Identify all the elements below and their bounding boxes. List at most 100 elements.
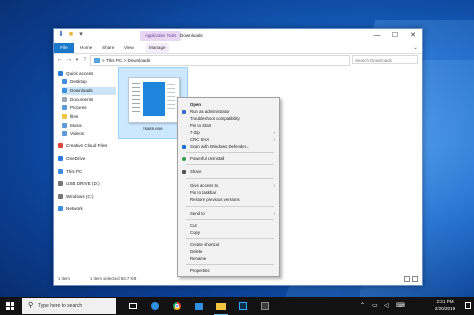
chevron-down-icon[interactable]: ▾ xyxy=(77,31,85,39)
tab-home[interactable]: Home xyxy=(80,43,92,53)
usb-drive-icon xyxy=(58,181,63,187)
menu-item-pin-to-start[interactable]: Pin to Start xyxy=(178,122,279,129)
menu-item-powerful-uninstall[interactable]: Powerful Uninstall xyxy=(178,155,279,162)
uninstall-icon xyxy=(182,156,186,161)
pictures-icon xyxy=(62,105,67,111)
maximize-button[interactable]: ☐ xyxy=(386,29,404,43)
chevron-right-icon: › xyxy=(273,183,276,188)
windows-logo-icon xyxy=(6,302,14,310)
menu-item-troubleshoot[interactable]: Troubleshoot compatibility xyxy=(178,115,279,122)
tab-view[interactable]: View xyxy=(124,43,134,53)
computer-icon xyxy=(58,169,63,175)
desktop-icon xyxy=(62,79,67,85)
thumbnail-sidebar xyxy=(132,83,140,113)
menu-separator xyxy=(186,206,274,207)
task-view-icon[interactable] xyxy=(126,299,140,313)
minimize-button[interactable]: — xyxy=(368,29,386,43)
edge-icon[interactable] xyxy=(148,299,162,313)
menu-item-run-as-admin[interactable]: Run as administrator xyxy=(178,108,279,115)
up-chevron-icon[interactable]: ⌃ xyxy=(360,302,365,309)
menu-item-share[interactable]: Share xyxy=(178,168,279,175)
photoshop-icon[interactable] xyxy=(236,299,250,313)
breadcrumb-downloads[interactable]: Downloads xyxy=(127,58,150,63)
folder-icon[interactable]: ■ xyxy=(67,31,75,39)
nav-item-creative-cloud[interactable]: Creative Cloud Files xyxy=(58,142,116,150)
close-button[interactable]: ✕ xyxy=(404,29,422,43)
start-button[interactable] xyxy=(0,297,20,315)
thumbnail-lines xyxy=(167,84,175,110)
volume-icon[interactable]: ◁ xyxy=(384,302,389,309)
menu-item-create-shortcut[interactable]: Create shortcut xyxy=(178,241,279,248)
menu-item-cut[interactable]: Cut xyxy=(178,222,279,229)
menu-item-7zip[interactable]: 7-Zip › xyxy=(178,129,279,136)
menu-item-copy[interactable]: Copy xyxy=(178,229,279,236)
menu-separator xyxy=(186,178,274,179)
menu-item-crc-sha[interactable]: CRC SHA › xyxy=(178,136,279,143)
clock[interactable]: 2:21 PM 2/20/2019 xyxy=(430,299,460,312)
file-explorer-taskbar-icon[interactable] xyxy=(214,299,228,315)
forward-arrow-icon[interactable]: → xyxy=(65,55,73,65)
nav-item-documents[interactable]: Documents xyxy=(62,96,120,104)
nav-item-windows-c[interactable]: Windows (C:) xyxy=(58,193,116,201)
menu-item-give-access[interactable]: Give access to › xyxy=(178,182,279,189)
menu-item-send-to[interactable]: Send to › xyxy=(178,210,279,217)
search-input[interactable]: Search Downloads xyxy=(352,55,418,64)
menu-item-scan-defender[interactable]: Scan with Windows Defender... xyxy=(178,143,279,150)
tab-manage[interactable]: Manage xyxy=(146,43,169,53)
large-icons-view-icon[interactable] xyxy=(412,276,418,282)
navigation-pane: Quick access Desktop Downloads Documents… xyxy=(54,67,118,273)
title-bar[interactable]: ⬇ ■ ▾ Application Tools Downloads — ☐ ✕ xyxy=(54,29,422,43)
nav-item-this-pc[interactable]: This PC xyxy=(58,168,116,176)
nav-item-music[interactable]: Music xyxy=(62,122,120,130)
window-controls: — ☐ ✕ xyxy=(368,29,422,43)
tab-file[interactable]: File xyxy=(54,43,74,53)
clock-date: 2/20/2019 xyxy=(434,305,456,311)
menu-item-restore-versions[interactable]: Restore previous versions xyxy=(178,196,279,203)
star-icon xyxy=(58,71,63,77)
nav-item-downloads[interactable]: Downloads xyxy=(62,87,116,95)
search-placeholder: Search Downloads xyxy=(355,58,392,63)
menu-separator xyxy=(186,219,274,220)
menu-separator xyxy=(186,264,274,265)
network-icon[interactable]: ▭ xyxy=(372,302,378,309)
nav-item-desktop[interactable]: Desktop xyxy=(62,78,120,86)
notifications-icon[interactable] xyxy=(465,302,471,309)
chevron-right-icon: › xyxy=(273,137,276,142)
chrome-icon[interactable] xyxy=(170,299,184,313)
window-title: Downloads xyxy=(180,33,203,38)
taskbar-search-box[interactable]: ⚲ Type here to search xyxy=(22,298,116,314)
menu-item-open[interactable]: Open xyxy=(178,101,279,108)
network-icon xyxy=(58,206,63,212)
download-arrow-icon[interactable]: ⬇ xyxy=(57,31,65,39)
share-icon xyxy=(182,169,186,174)
language-icon[interactable]: ⌨ xyxy=(396,302,405,309)
nav-item-network[interactable]: Network xyxy=(58,205,116,213)
menu-item-properties[interactable]: Properties xyxy=(178,267,279,274)
up-arrow-icon[interactable]: ↑ xyxy=(81,55,89,65)
expand-ribbon-icon[interactable]: ⌄ xyxy=(413,43,418,53)
thumbnail-content xyxy=(143,82,165,116)
navigation-bar: ← → ▾ ↑ > This PC > Downloads Search Dow… xyxy=(54,54,422,66)
back-arrow-icon[interactable]: ← xyxy=(56,55,64,65)
nav-item-videos[interactable]: Videos xyxy=(62,130,120,138)
menu-item-delete[interactable]: Delete xyxy=(178,248,279,255)
nav-item-usb-drive[interactable]: USB DRIVE (D:) xyxy=(58,180,116,188)
details-view-icon[interactable] xyxy=(404,276,410,282)
menu-item-rename[interactable]: Rename xyxy=(178,255,279,262)
context-menu: Open Run as administrator Troubleshoot c… xyxy=(177,97,280,277)
nav-item-quick-access[interactable]: Quick access xyxy=(58,70,116,78)
app-icon[interactable] xyxy=(258,299,272,313)
drive-icon xyxy=(58,194,63,200)
menu-item-pin-to-taskbar[interactable]: Pin to taskbar xyxy=(178,189,279,196)
file-thumbnail xyxy=(128,77,180,123)
nav-item-files[interactable]: files xyxy=(62,113,120,121)
taskbar-search-placeholder: Type here to search xyxy=(38,303,83,309)
chevron-right-icon: › xyxy=(273,211,276,216)
tab-share[interactable]: Share xyxy=(102,43,114,53)
breadcrumb-this-pc[interactable]: This PC xyxy=(106,58,122,63)
nav-item-onedrive[interactable]: OneDrive xyxy=(58,155,116,163)
recent-locations-icon[interactable]: ▾ xyxy=(73,55,81,65)
address-bar[interactable]: > This PC > Downloads xyxy=(90,55,350,66)
store-icon[interactable] xyxy=(192,299,206,313)
nav-item-pictures[interactable]: Pictures xyxy=(62,104,120,112)
